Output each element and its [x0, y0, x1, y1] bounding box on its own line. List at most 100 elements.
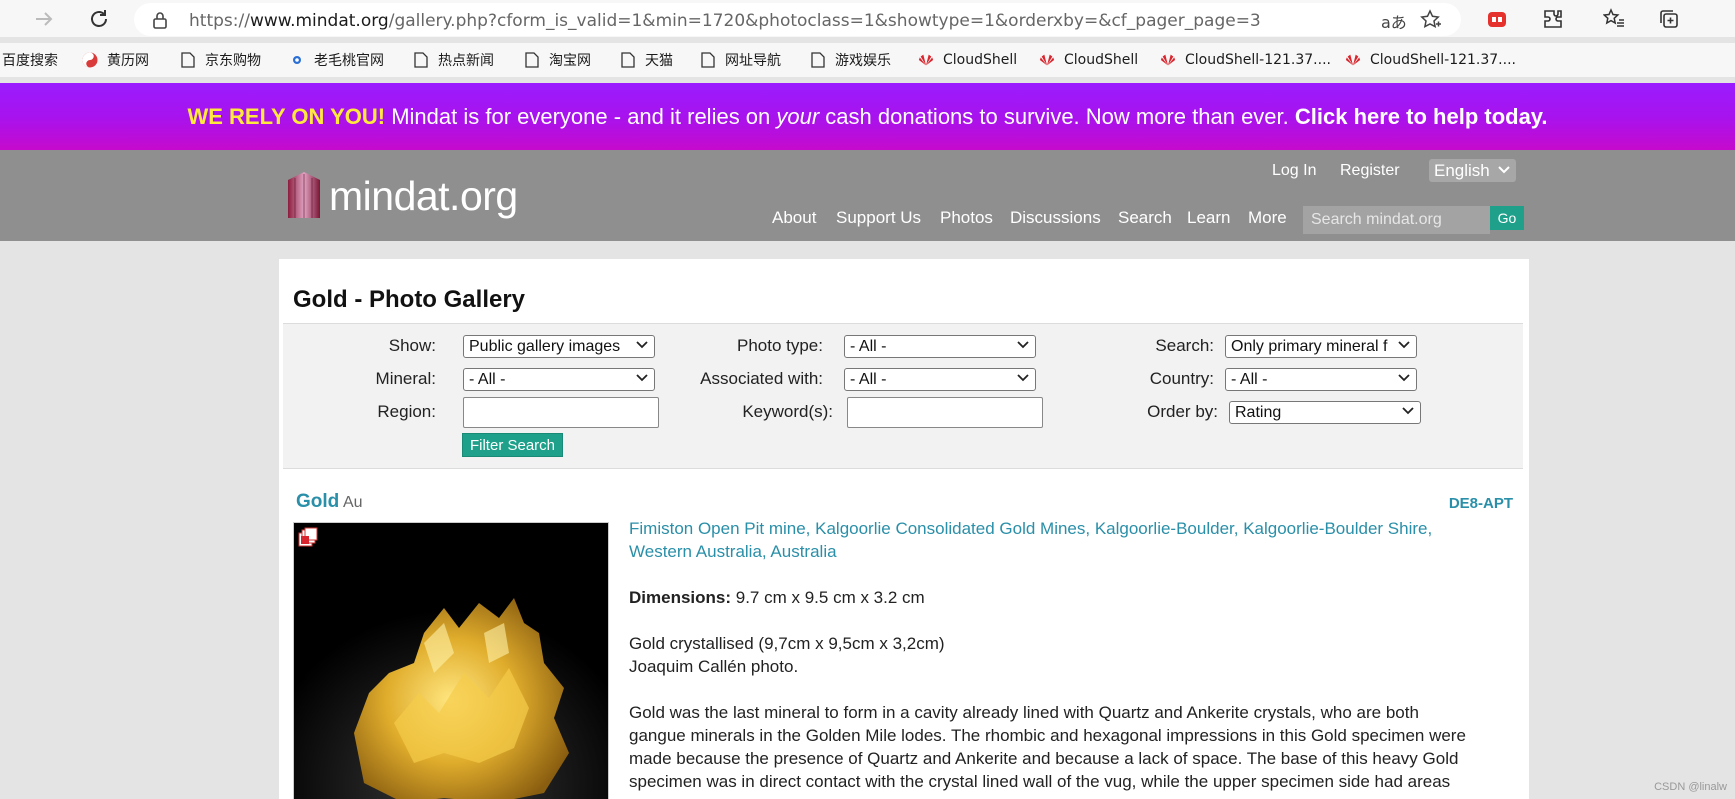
nav-learn[interactable]: Learn	[1187, 208, 1230, 228]
chevron-down-icon	[1402, 407, 1414, 415]
donation-banner[interactable]: WE RELY ON YOU! Mindat is for everyone -…	[0, 83, 1735, 150]
bookmark-item[interactable]: 网址导航	[700, 50, 781, 70]
login-link[interactable]: Log In	[1272, 162, 1316, 180]
mineral-name-link[interactable]: Gold	[296, 491, 339, 513]
browser-toolbar: https://www.mindat.org/gallery.php?cform…	[0, 0, 1735, 37]
keywords-label: Keyword(s):	[742, 402, 833, 421]
collections-icon[interactable]	[1656, 6, 1682, 32]
order-by-label: Order by:	[1147, 402, 1218, 421]
page-icon	[524, 52, 540, 68]
dot-icon	[289, 52, 305, 68]
filter-form: Show: Public gallery images Photo type: …	[283, 323, 1523, 469]
mineral-formula: Au	[343, 494, 363, 511]
photo-type-label: Photo type:	[736, 336, 823, 355]
chevron-down-icon	[636, 341, 648, 349]
page-icon	[180, 52, 196, 68]
bookmark-item[interactable]: CloudShell	[918, 50, 1017, 70]
chevron-down-icon	[1398, 374, 1410, 382]
huawei-icon	[918, 52, 934, 68]
dimensions: Dimensions: 9.7 cm x 9.5 cm x 3.2 cm	[629, 588, 925, 607]
banner-cta-link[interactable]: Click here to help today.	[1295, 104, 1548, 130]
photo-description: Fimiston Open Pit mine, Kalgoorlie Conso…	[629, 517, 1499, 793]
favorite-add-icon[interactable]	[1420, 9, 1442, 31]
bookmark-item[interactable]: CloudShell-121.37....	[1160, 50, 1331, 70]
site-logo[interactable]: mindat.org	[285, 170, 518, 222]
specimen-photo[interactable]	[293, 522, 609, 799]
country-label: Country:	[1149, 369, 1214, 388]
logo-text: mindat.org	[329, 172, 518, 219]
language-select[interactable]: English	[1429, 159, 1516, 182]
bookmark-item[interactable]: 黄历网	[82, 50, 149, 70]
filter-search-button[interactable]: Filter Search	[462, 433, 563, 457]
forward-button[interactable]	[29, 4, 59, 34]
bookmark-item[interactable]: 天猫	[620, 50, 673, 70]
extensions-puzzle-icon[interactable]	[1540, 6, 1566, 32]
page-title: Gold - Photo Gallery	[293, 286, 526, 313]
photo-id-link[interactable]: DE8-APT	[1449, 495, 1513, 512]
address-bar[interactable]: https://www.mindat.org/gallery.php?cform…	[134, 3, 1461, 36]
page-icon	[413, 52, 429, 68]
banner-text: Mindat is for everyone - and it relies o…	[385, 103, 777, 129]
banner-emphasis: your	[776, 103, 820, 129]
show-label: Show:	[388, 336, 436, 355]
chevron-down-icon	[636, 374, 648, 382]
chevron-down-icon	[1498, 166, 1510, 174]
nav-support-us[interactable]: Support Us	[836, 208, 921, 228]
site-header: mindat.org Log In Register English About…	[0, 150, 1735, 241]
nav-search[interactable]: Search	[1118, 208, 1172, 228]
reload-icon	[91, 10, 107, 27]
bookmark-item[interactable]: 游戏娱乐	[810, 50, 891, 70]
gold-specimen-image	[294, 523, 608, 799]
nav-photos[interactable]: Photos	[940, 208, 993, 228]
read-aloud-icon[interactable]: aあ	[1381, 9, 1407, 33]
bookmark-item[interactable]: 淘宝网	[524, 50, 591, 70]
bookmarks-bar: 百度搜索 黄历网 京东购物 老毛桃官网 热点新闻 淘宝网 天猫 网址导航 游戏娱…	[0, 43, 1735, 77]
bookmark-item[interactable]: 老毛桃官网	[289, 50, 384, 70]
huawei-icon	[1345, 52, 1361, 68]
page-icon	[620, 52, 636, 68]
favorites-icon[interactable]	[1601, 6, 1627, 32]
order-by-select[interactable]: Rating	[1229, 401, 1421, 424]
header-go-button[interactable]: Go	[1490, 206, 1524, 230]
photo-type-select[interactable]: - All -	[844, 335, 1036, 358]
caption: Gold crystallised (9,7cm x 9,5cm x 3,2cm…	[629, 634, 945, 676]
keywords-input[interactable]	[847, 397, 1043, 428]
chevron-down-icon	[1017, 341, 1029, 349]
locality-link[interactable]: Fimiston Open Pit mine, Kalgoorlie Conso…	[629, 517, 1499, 563]
lock-icon	[153, 12, 167, 29]
region-label: Region:	[377, 402, 436, 421]
page-icon	[700, 52, 716, 68]
associated-with-label: Associated with:	[700, 369, 823, 388]
url-text: https://www.mindat.org/gallery.php?cform…	[189, 11, 1261, 31]
huawei-icon	[1039, 52, 1055, 68]
bookmark-item[interactable]: CloudShell	[1039, 50, 1138, 70]
search-scope-select[interactable]: Only primary mineral f	[1225, 335, 1417, 358]
yinyang-icon	[82, 52, 98, 68]
chevron-down-icon	[1017, 374, 1029, 382]
banner-text: cash donations to survive. Now more than…	[819, 103, 1295, 129]
chevron-down-icon	[1398, 341, 1410, 349]
mineral-select[interactable]: - All -	[463, 368, 655, 391]
register-link[interactable]: Register	[1340, 162, 1400, 180]
associated-with-select[interactable]: - All -	[844, 368, 1036, 391]
bookmark-item[interactable]: 京东购物	[180, 50, 261, 70]
bookmark-item[interactable]: CloudShell-121.37....	[1345, 50, 1516, 70]
page-icon	[810, 52, 826, 68]
nav-more[interactable]: More	[1248, 208, 1287, 228]
nav-discussions[interactable]: Discussions	[1010, 208, 1101, 228]
bookmark-item[interactable]: 百度搜索	[2, 50, 58, 70]
crystal-logo-icon	[288, 172, 320, 218]
huawei-icon	[1160, 52, 1176, 68]
mineral-label: Mineral:	[375, 369, 436, 388]
country-select[interactable]: - All -	[1225, 368, 1417, 391]
reload-button[interactable]	[84, 4, 114, 34]
nav-about[interactable]: About	[772, 208, 816, 228]
header-search-input[interactable]: Search mindat.org	[1303, 206, 1490, 234]
bookmark-item[interactable]: 热点新闻	[413, 50, 494, 70]
extension-red-icon[interactable]	[1484, 6, 1510, 32]
region-input[interactable]	[463, 397, 659, 428]
search-label: Search:	[1155, 336, 1214, 355]
banner-lead: WE RELY ON YOU!	[187, 103, 386, 129]
watermark: CSDN @linalw	[1654, 781, 1727, 793]
show-select[interactable]: Public gallery images	[463, 335, 655, 358]
